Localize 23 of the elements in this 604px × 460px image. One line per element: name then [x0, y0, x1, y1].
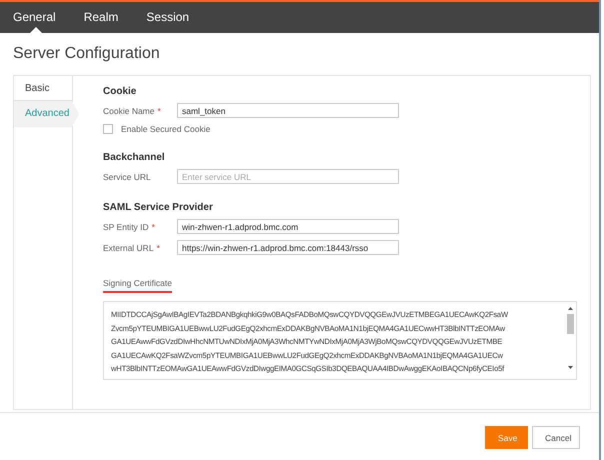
required-mark: *: [158, 106, 161, 116]
section-heading: Cookie: [103, 86, 138, 97]
page-title: Server Configuration: [12, 44, 161, 64]
input-field[interactable]: Enter service URL: [177, 169, 399, 184]
checkbox[interactable]: [103, 124, 113, 134]
certificate-text-area[interactable]: [103, 301, 577, 380]
nav-tab[interactable]: General: [13, 2, 72, 33]
section-heading: Backchannel: [103, 152, 166, 163]
required-mark: *: [156, 242, 160, 252]
input-field[interactable]: win-zhwen-r1.adprod.bmc.com: [177, 219, 399, 234]
field-label: SP Entity ID: [103, 222, 149, 232]
field-label: Service URL: [103, 172, 151, 182]
input-field[interactable]: https://win-zhwen-r1.adprod.bmc.com:18443/rsso: [177, 240, 399, 255]
section-heading: SAML Service Provider: [103, 202, 214, 213]
field-label: External URL: [103, 242, 154, 252]
required-mark: *: [152, 222, 155, 232]
cancel-button[interactable]: Cancel: [532, 426, 580, 449]
checkbox-label: Enable Secured Cookie: [121, 124, 210, 134]
nav-tab[interactable]: Session: [146, 2, 206, 33]
input-field[interactable]: saml_token: [177, 103, 399, 118]
field-label: Signing Certificate: [103, 278, 172, 293]
field-label: Cookie Name: [103, 106, 154, 116]
nav-tab[interactable]: Realm: [84, 2, 134, 33]
